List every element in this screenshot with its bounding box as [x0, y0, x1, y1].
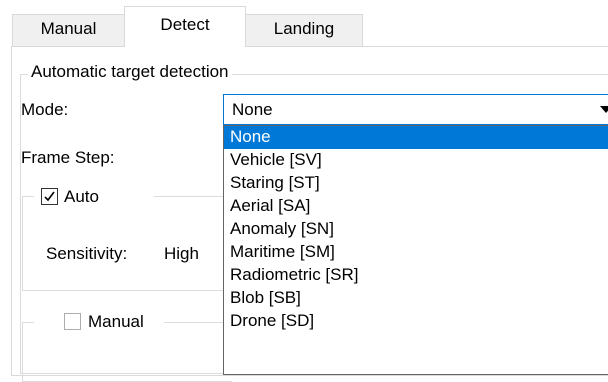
checkmark-icon	[44, 191, 55, 202]
tab-detect[interactable]: Detect	[124, 6, 246, 47]
dropdown-option-vehicle[interactable]: Vehicle [SV]	[224, 149, 608, 172]
manual-checkbox-label: Manual	[88, 312, 144, 331]
dropdown-option-staring[interactable]: Staring [ST]	[224, 172, 608, 195]
tab-detect-label: Detect	[160, 15, 210, 34]
sensitivity-label: Sensitivity:	[46, 244, 128, 263]
dropdown-option-aerial[interactable]: Aerial [SA]	[224, 195, 608, 218]
manual-checkbox[interactable]	[64, 313, 81, 330]
tab-strip: Manual Detect Landing	[0, 0, 608, 47]
auto-checkbox[interactable]	[41, 188, 58, 205]
auto-group-header: Auto	[34, 186, 154, 208]
dropdown-option-anomaly[interactable]: Anomaly [SN]	[224, 218, 608, 241]
automatic-detection-group-title: Automatic target detection	[28, 62, 232, 82]
mode-dropdown-list[interactable]: None Vehicle [SV] Staring [ST] Aerial [S…	[223, 125, 608, 375]
mode-combobox-value: None	[232, 100, 273, 119]
tab-manual-label: Manual	[40, 18, 97, 38]
dropdown-option-drone[interactable]: Drone [SD]	[224, 310, 608, 333]
frame-step-label: Frame Step:	[21, 148, 115, 167]
auto-checkbox-label: Auto	[64, 187, 99, 206]
manual-group-header: Manual	[34, 311, 164, 333]
sensitivity-value[interactable]: High	[164, 244, 199, 264]
triangle-down-icon[interactable]	[600, 106, 608, 114]
dropdown-option-radiometric[interactable]: Radiometric [SR]	[224, 264, 608, 287]
dropdown-option-maritime[interactable]: Maritime [SM]	[224, 241, 608, 264]
tab-manual[interactable]: Manual	[12, 14, 125, 46]
dropdown-option-none[interactable]: None	[224, 126, 608, 149]
dropdown-option-blob[interactable]: Blob [SB]	[224, 287, 608, 310]
tab-landing-label: Landing	[273, 18, 335, 38]
mode-label: Mode:	[21, 100, 69, 119]
tab-landing[interactable]: Landing	[245, 14, 363, 46]
mode-combobox[interactable]: None	[223, 94, 608, 125]
